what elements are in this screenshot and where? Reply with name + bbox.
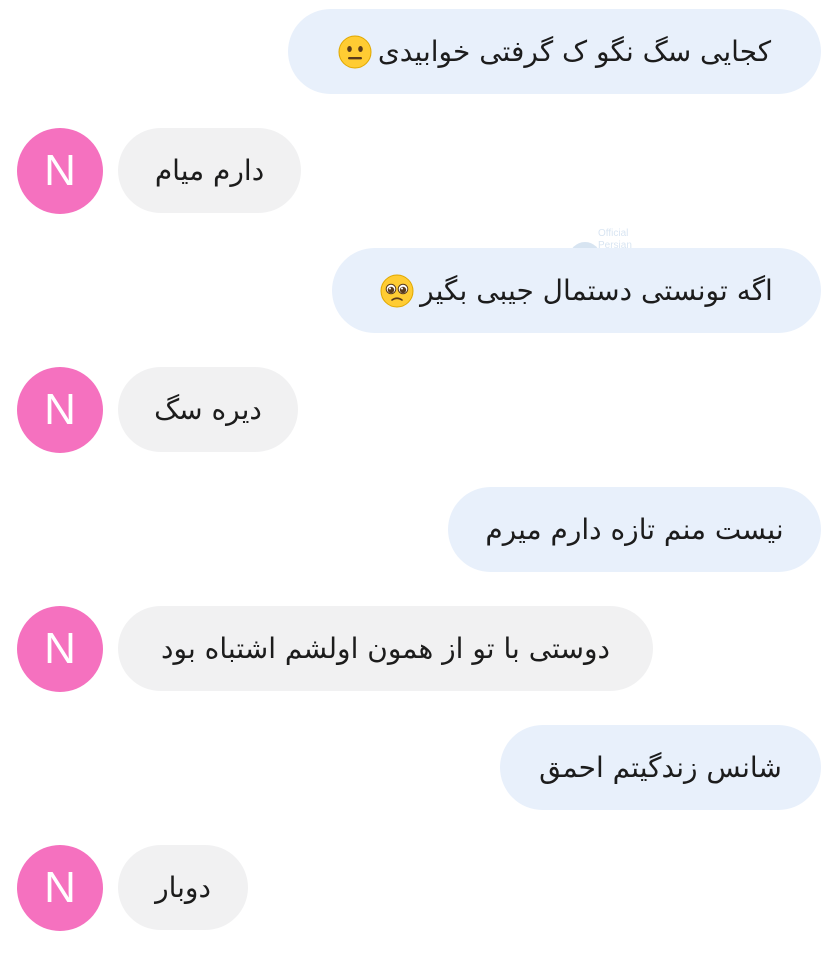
neutral-face-icon (338, 35, 372, 69)
avatar-initial: N (44, 624, 76, 673)
message-text: دوبار (155, 871, 211, 904)
contact-avatar[interactable]: N (17, 367, 103, 453)
avatar-initial: N (44, 863, 76, 912)
avatar-initial: N (44, 385, 76, 434)
message-text: دارم میام (154, 154, 265, 187)
outgoing-message[interactable]: کجایی سگ نگو ک گرفتی خوابیدی (288, 9, 821, 94)
contact-avatar[interactable]: N (17, 128, 103, 214)
outgoing-message[interactable]: اگه تونستی دستمال جیبی بگیر (332, 248, 821, 333)
contact-avatar[interactable]: N (17, 845, 103, 931)
incoming-message[interactable]: دوبار (118, 845, 248, 930)
message-text: دیره سگ (154, 393, 262, 426)
outgoing-message[interactable]: شانس زندگیتم احمق (500, 725, 821, 810)
message-text: نیست منم تازه دارم میرم (485, 513, 784, 546)
avatar-initial: N (44, 146, 76, 195)
contact-avatar[interactable]: N (17, 606, 103, 692)
message-text: شانس زندگیتم احمق (539, 751, 782, 784)
outgoing-message[interactable]: نیست منم تازه دارم میرم (448, 487, 821, 572)
message-text: دوستی با تو از همون اولشم اشتباه بود (161, 632, 610, 665)
message-text: اگه تونستی دستمال جیبی بگیر (420, 274, 773, 307)
incoming-message[interactable]: دوستی با تو از همون اولشم اشتباه بود (118, 606, 653, 691)
incoming-message[interactable]: دیره سگ (118, 367, 298, 452)
message-text: کجایی سگ نگو ک گرفتی خوابیدی (377, 35, 772, 68)
incoming-message[interactable]: دارم میام (118, 128, 301, 213)
pleading-face-icon (380, 274, 414, 308)
